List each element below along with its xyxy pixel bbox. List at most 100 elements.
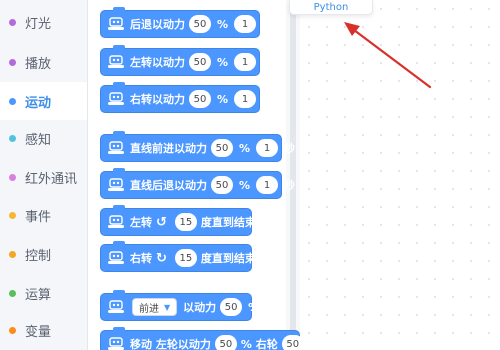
percent-label: % <box>217 55 229 69</box>
seconds-label: 秒 <box>262 56 274 69</box>
power-input[interactable]: 50 <box>189 90 211 108</box>
block-notch <box>113 205 125 209</box>
category-dot-icon <box>9 18 16 26</box>
motion-block-turn-right[interactable]: 右转以动力 50 % 1 秒 <box>100 82 273 113</box>
category-dot-icon <box>9 58 16 66</box>
power-input[interactable]: 50 <box>211 139 233 157</box>
caret-down-icon: ▼ <box>164 302 171 312</box>
robot-icon <box>108 55 124 68</box>
block-label: 右转 <box>130 252 152 265</box>
category-lights[interactable]: 灯光 <box>0 3 87 41</box>
robot-icon <box>108 215 124 228</box>
block-notch <box>113 168 125 172</box>
category-motion[interactable]: 运动 <box>0 82 87 120</box>
duration-input[interactable]: 1 <box>234 15 257 33</box>
category-label: 变量 <box>25 324 52 340</box>
percent-label: % <box>217 92 229 106</box>
category-dot-icon <box>9 250 16 258</box>
block-notch <box>113 290 125 294</box>
block-label: 直线前进以动力 <box>130 142 207 155</box>
motion-block-move-wheels[interactable]: 移动 左轮以动力 50 % 右轮 50 <box>100 327 304 350</box>
robot-icon <box>108 251 124 264</box>
category-label: 感知 <box>25 132 52 148</box>
robot-icon <box>108 92 124 105</box>
block-label: 以动力 <box>183 301 217 314</box>
percent-label: % <box>239 141 251 155</box>
block-label: 后退以动力 <box>130 18 185 31</box>
category-dot-icon <box>9 211 16 219</box>
robot-icon <box>108 337 124 350</box>
category-variables[interactable]: 变量 <box>0 311 87 349</box>
block-notch <box>113 82 125 86</box>
block-label: 左转以动力 <box>130 56 185 69</box>
seconds-label: 秒 <box>284 142 296 155</box>
category-events[interactable]: 事件 <box>0 196 87 234</box>
left-wheel-input[interactable]: 50 <box>214 335 237 350</box>
category-sidebar: 灯光 播放 运动 感知 红外通讯 事件 控制 运算 变量 <box>0 0 88 350</box>
category-label: 控制 <box>25 248 52 264</box>
category-label: 运动 <box>25 95 52 111</box>
block-suffix-label: 度直到结束 <box>200 216 256 229</box>
right-wheel-label: % 右轮 <box>240 338 278 350</box>
rotate-right-icon: ↻ <box>156 250 167 266</box>
category-control[interactable]: 控制 <box>0 235 87 273</box>
category-dot-icon <box>9 173 16 181</box>
degrees-input[interactable]: 15 <box>174 213 197 231</box>
block-notch <box>113 241 125 245</box>
category-label: 事件 <box>25 209 52 225</box>
category-sensing[interactable]: 感知 <box>0 119 87 157</box>
red-annotation-arrow <box>344 22 432 89</box>
block-notch <box>113 327 125 331</box>
duration-input[interactable]: 1 <box>256 139 279 157</box>
degrees-input[interactable]: 15 <box>174 249 197 267</box>
category-label: 播放 <box>25 56 52 72</box>
duration-input[interactable]: 1 <box>234 90 257 108</box>
block-suffix-label: 度直到结束 <box>200 252 256 265</box>
power-input[interactable]: 50 <box>220 298 243 316</box>
motion-block-straight-backward[interactable]: 直线后退以动力 50 % 1 秒 <box>100 168 295 199</box>
motion-block-backward[interactable]: 后退以动力 50 % 1 秒 <box>100 7 273 38</box>
motion-block-straight-forward[interactable]: 直线前进以动力 50 % 1 秒 <box>100 131 295 162</box>
python-mode-tab[interactable]: Python <box>289 0 373 15</box>
category-sound[interactable]: 播放 <box>0 43 87 81</box>
python-tab-label: Python <box>313 1 349 13</box>
motion-block-turn-left[interactable]: 左转以动力 50 % 1 秒 <box>100 45 273 76</box>
robot-icon <box>108 17 124 30</box>
robot-icon <box>108 178 124 191</box>
block-notch <box>113 7 125 11</box>
direction-value: 前进 <box>139 303 159 315</box>
percent-label: % <box>239 178 251 192</box>
category-infrared[interactable]: 红外通讯 <box>0 158 87 196</box>
category-dot-icon <box>9 134 16 142</box>
block-label: 右转以动力 <box>130 93 185 106</box>
percent-label: % <box>217 17 229 31</box>
power-input[interactable]: 50 <box>189 53 211 71</box>
block-notch <box>113 45 125 49</box>
palette-scrollbar-thumb[interactable] <box>290 0 296 350</box>
seconds-label: 秒 <box>262 18 274 31</box>
power-input[interactable]: 50 <box>189 15 211 33</box>
rotate-left-icon: ↺ <box>156 214 167 230</box>
block-label: 左转 <box>130 216 152 229</box>
category-label: 灯光 <box>25 16 52 32</box>
category-label: 红外通讯 <box>25 171 78 187</box>
category-operators[interactable]: 运算 <box>0 274 87 312</box>
category-label: 运算 <box>25 287 52 303</box>
category-dot-icon <box>9 326 16 334</box>
robot-icon <box>108 300 124 313</box>
block-label: 直线后退以动力 <box>130 179 207 192</box>
duration-input[interactable]: 1 <box>234 53 257 71</box>
power-input[interactable]: 50 <box>211 176 233 194</box>
category-dot-icon <box>9 97 16 105</box>
seconds-label: 秒 <box>262 93 274 106</box>
percent-label: % <box>248 300 260 314</box>
block-label: 移动 左轮以动力 <box>130 338 211 350</box>
motion-block-turn-left-degrees[interactable]: 左转 ↺ 15 度直到结束 <box>100 205 256 236</box>
duration-input[interactable]: 1 <box>256 176 279 194</box>
motion-block-turn-right-degrees[interactable]: 右转 ↻ 15 度直到结束 <box>100 241 256 272</box>
direction-dropdown[interactable]: 前进 ▼ <box>132 298 178 316</box>
block-notch <box>113 131 125 135</box>
category-dot-icon <box>9 289 16 297</box>
motion-block-move-direction[interactable]: 前进 ▼ 以动力 50 % <box>100 290 259 321</box>
seconds-label: 秒 <box>284 179 296 192</box>
